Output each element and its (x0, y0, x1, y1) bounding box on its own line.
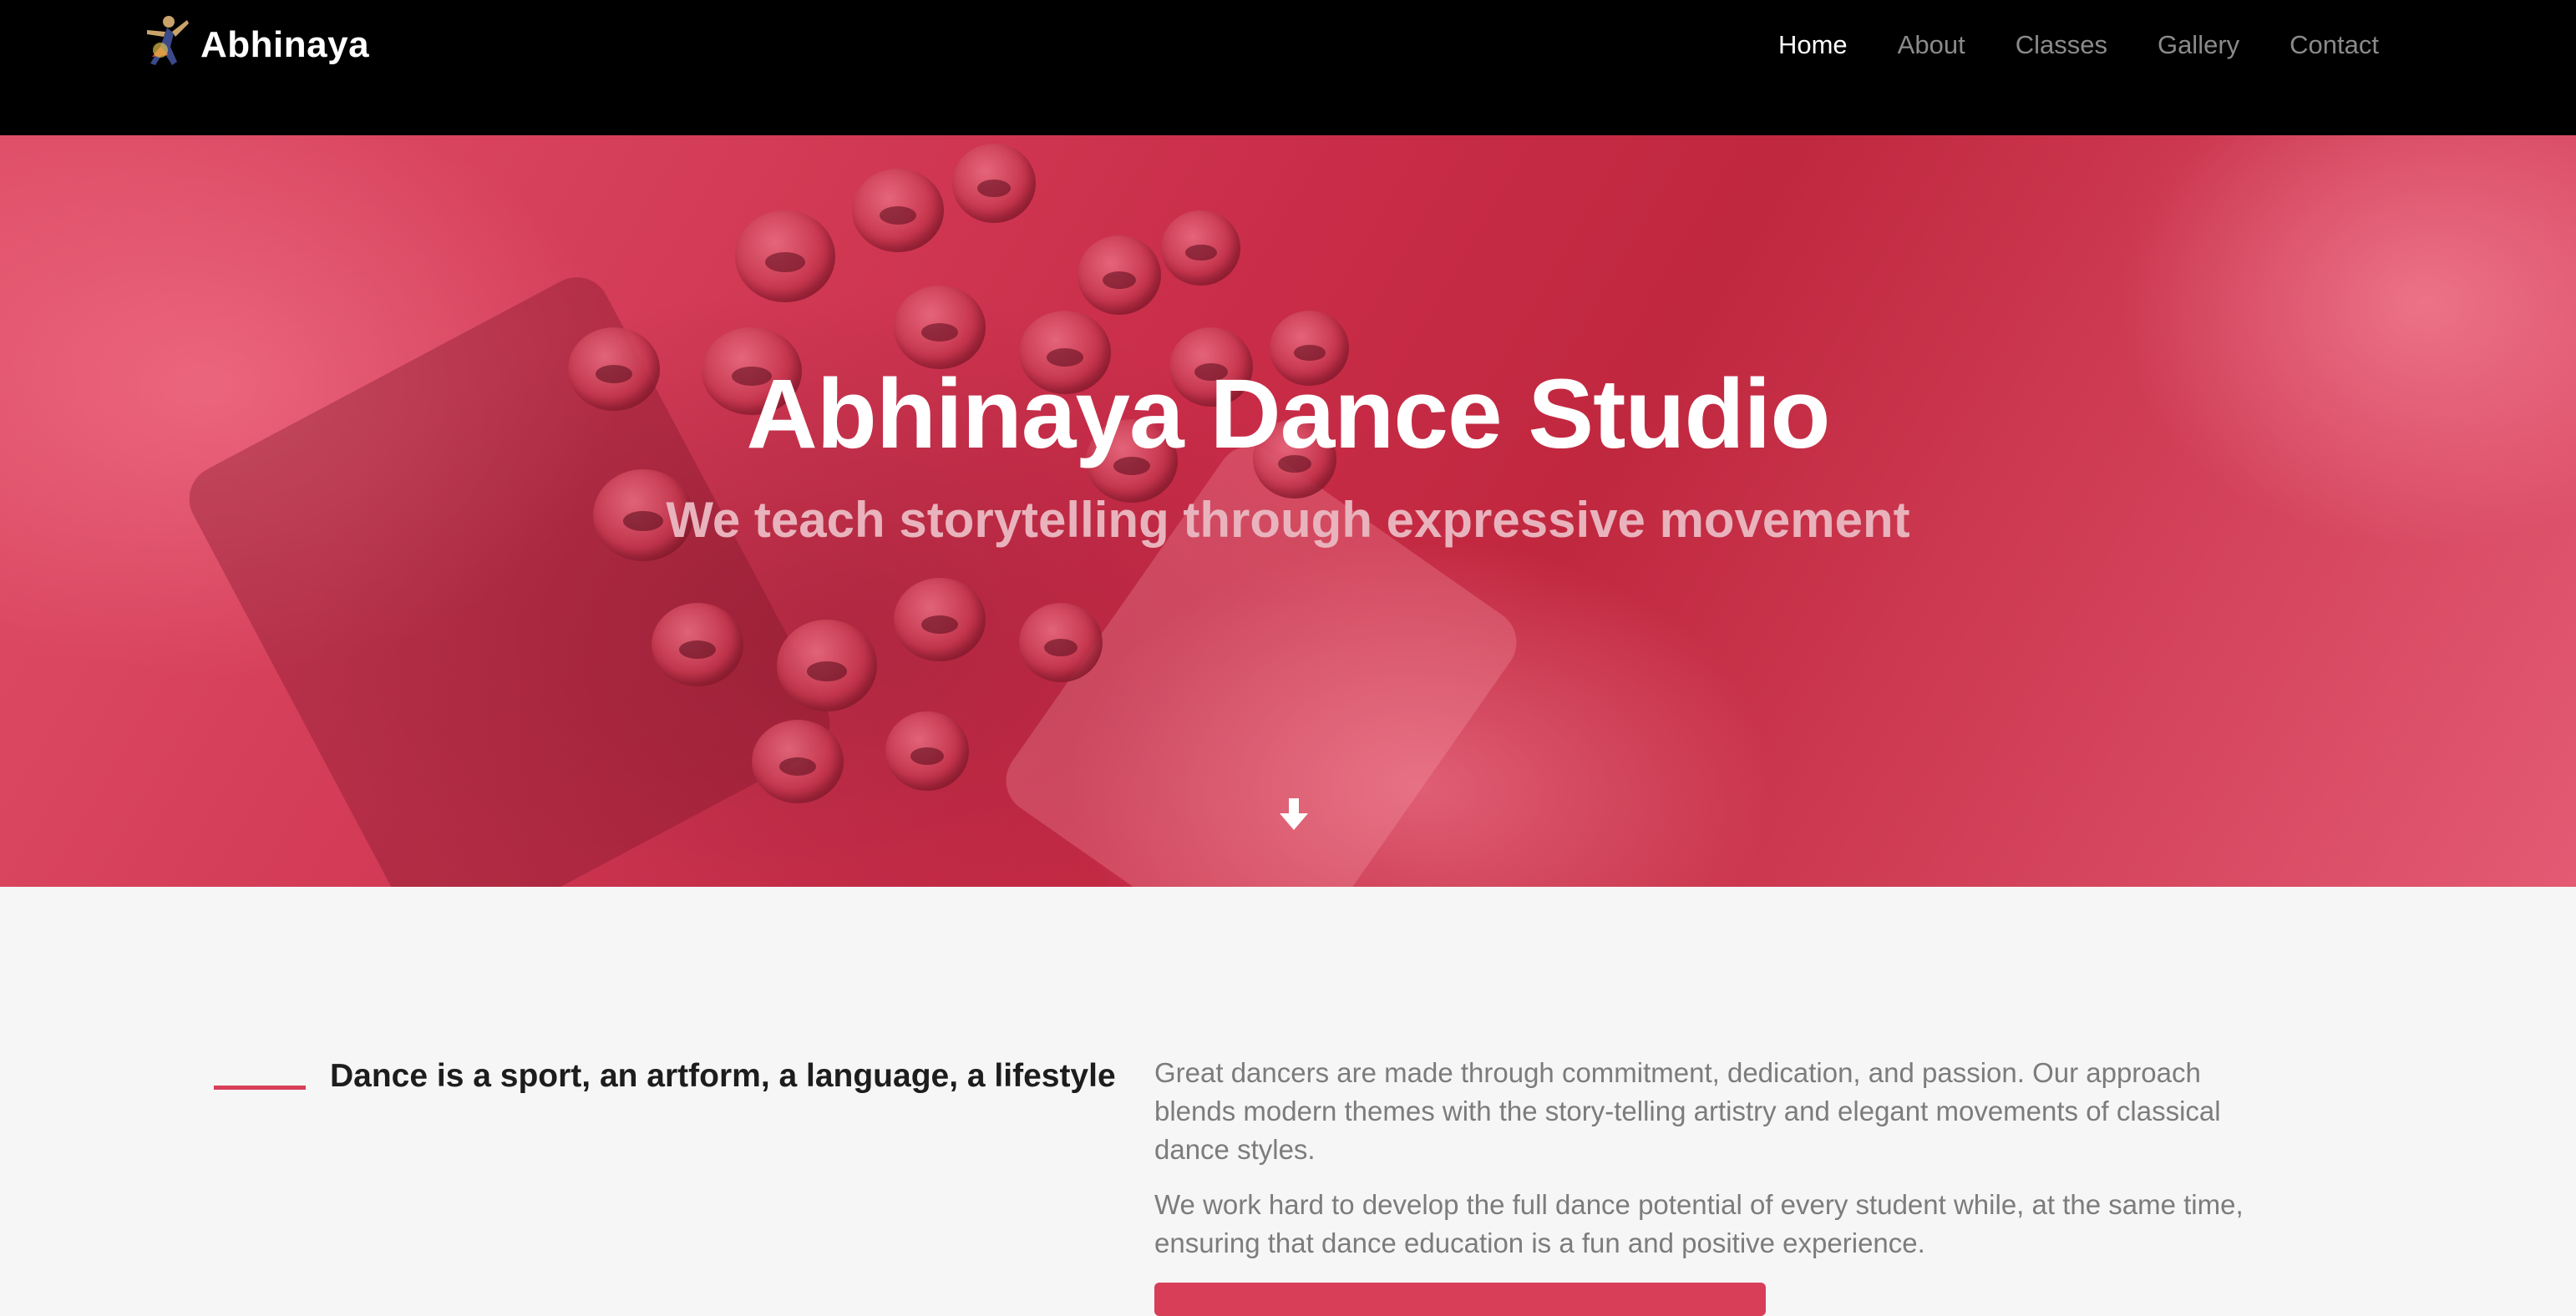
about-paragraph: Great dancers are made through commitmen… (1154, 1057, 2221, 1165)
about-section: Dance is a sport, an artform, a language… (0, 887, 2576, 1291)
hero-title: Abhinaya Dance Studio (746, 359, 1831, 469)
brand-link[interactable]: Abhinaya (135, 12, 369, 78)
about-text: Great dancers are made through commitmen… (1154, 1054, 2274, 1279)
hero-section: Abhinaya Dance Studio We teach storytell… (0, 135, 2576, 887)
nav-home[interactable]: Home (1753, 23, 1873, 67)
navbar: Abhinaya Home About Classes Gallery Cont… (0, 0, 2576, 135)
hero-subtitle: We teach storytelling through expressive… (666, 491, 1910, 548)
nav-about[interactable]: About (1873, 23, 1990, 67)
nav-gallery[interactable]: Gallery (2132, 23, 2264, 67)
learn-more-button[interactable] (1154, 1283, 1766, 1316)
nav-classes[interactable]: Classes (1990, 23, 2132, 67)
main-nav: Home About Classes Gallery Contact (1753, 23, 2404, 67)
nav-contact[interactable]: Contact (2264, 23, 2404, 67)
dancer-logo-icon (135, 13, 195, 77)
about-heading: Dance is a sport, an artform, a language… (330, 1058, 1116, 1094)
hero-content: Abhinaya Dance Studio We teach storytell… (0, 359, 2576, 548)
accent-divider (214, 1086, 306, 1090)
arrow-down-icon[interactable] (1275, 795, 1313, 833)
about-paragraph: We work hard to develop the full dance p… (1154, 1189, 2244, 1258)
brand-name: Abhinaya (200, 24, 370, 65)
